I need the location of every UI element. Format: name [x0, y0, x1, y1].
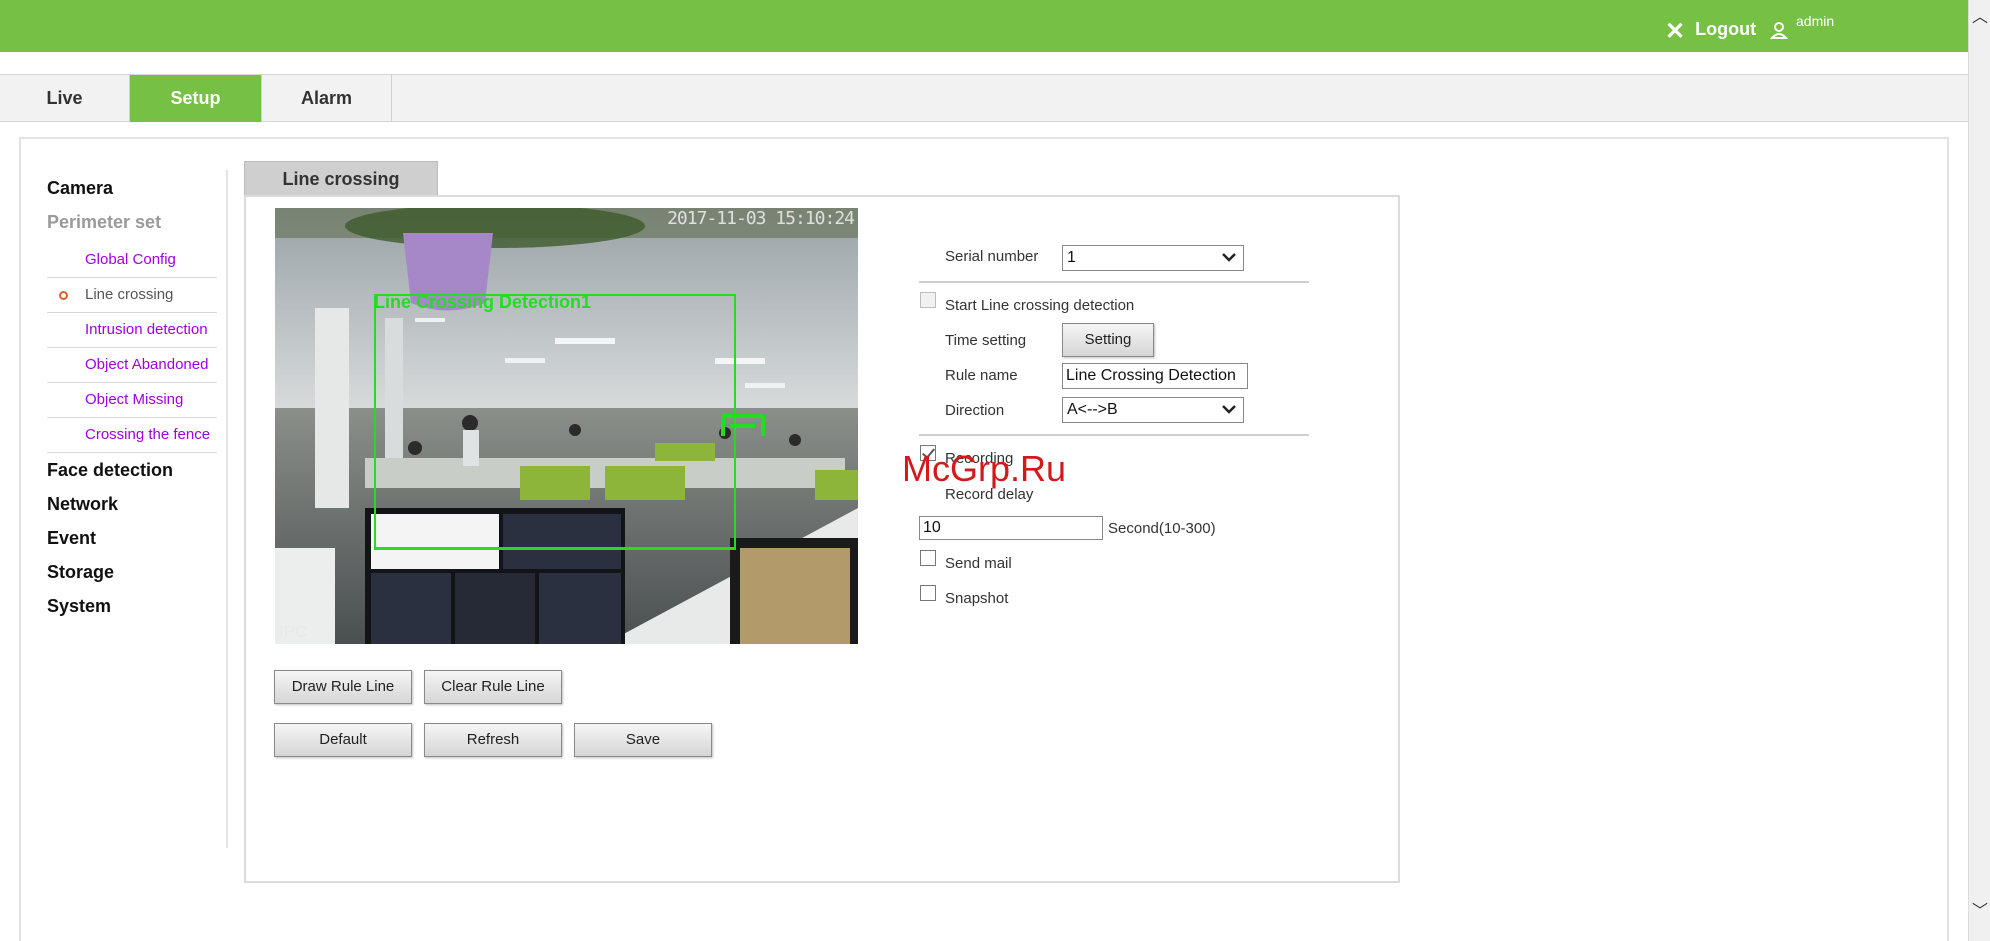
chevron-up-icon[interactable]: ︿	[1972, 10, 1988, 26]
video-preview[interactable]: 2017-11-03 15:10:24 Line Crossing Detect…	[275, 208, 858, 644]
main-nav: Live Setup Alarm	[0, 74, 1968, 122]
user-icon	[1770, 22, 1788, 39]
active-bullet-icon	[59, 291, 68, 300]
save-button[interactable]: Save	[574, 723, 712, 757]
page: ✕ Logout admin ︿ ﹀ Live Setup Alarm Came…	[0, 0, 1990, 941]
channel-label: IPC	[279, 622, 308, 641]
record-delay-unit: Second(10-300)	[1108, 520, 1216, 537]
top-bar: ✕ Logout admin	[0, 0, 1968, 52]
sidebar-item-system[interactable]: System	[47, 593, 217, 627]
rule-name-input[interactable]: Line Crossing Detection	[1062, 363, 1248, 389]
sidebar-item-line-crossing[interactable]: Line crossing	[47, 278, 217, 313]
sidebar-item-crossing-the-fence[interactable]: Crossing the fence	[47, 418, 217, 453]
sidebar-item-storage[interactable]: Storage	[47, 559, 217, 593]
close-icon: ✕	[1665, 18, 1686, 45]
chevron-down-icon	[1222, 253, 1236, 262]
serial-number-value: 1	[1067, 249, 1076, 266]
time-setting-label: Time setting	[945, 332, 1027, 349]
draw-rule-line-button[interactable]: Draw Rule Line	[274, 670, 412, 704]
video-timestamp: 2017-11-03 15:10:24	[667, 208, 855, 229]
start-detection-checkbox[interactable]	[920, 292, 936, 308]
user-name: admin	[1796, 13, 1835, 29]
default-button[interactable]: Default	[274, 723, 412, 757]
send-mail-label: Send mail	[945, 555, 1012, 572]
tab-setup[interactable]: Setup	[130, 75, 262, 122]
sidebar-item-object-abandoned[interactable]: Object Abandoned	[47, 348, 217, 383]
tab-alarm[interactable]: Alarm	[262, 75, 392, 122]
direction-value: A<-->B	[1067, 401, 1118, 418]
rule-name-label: Rule name	[945, 367, 1018, 384]
page-scrollbar[interactable]: ︿ ﹀	[1968, 0, 1990, 941]
time-setting-button[interactable]: Setting	[1062, 323, 1154, 357]
sidebar-item-label: Crossing the fence	[85, 426, 211, 443]
detection-label: Line Crossing Detection1	[374, 292, 592, 312]
record-delay-input[interactable]: 10	[919, 516, 1103, 540]
sidebar-item-object-missing[interactable]: Object Missing	[47, 383, 217, 418]
send-mail-checkbox[interactable]	[920, 550, 936, 566]
direction-label: Direction	[945, 402, 1005, 419]
snapshot-checkbox[interactable]	[920, 585, 936, 601]
sidebar-item-event[interactable]: Event	[47, 525, 217, 559]
start-detection-label: Start Line crossing detection	[945, 297, 1135, 314]
sidebar-item-label: Intrusion detection	[85, 321, 208, 338]
sidebar-item-network[interactable]: Network	[47, 491, 217, 525]
sidebar-item-label: Global Config	[85, 251, 176, 268]
tab-live[interactable]: Live	[0, 75, 130, 122]
sidebar-divider	[226, 170, 228, 848]
sidebar-item-label: Object Missing	[85, 391, 184, 408]
sidebar-item-intrusion-detection[interactable]: Intrusion detection	[47, 313, 217, 348]
clear-rule-line-button[interactable]: Clear Rule Line	[424, 670, 562, 704]
perimeter-submenu: Global Config Line crossing Intrusion de…	[47, 243, 217, 453]
sidebar-item-camera[interactable]: Camera	[47, 175, 217, 209]
logout-button[interactable]: ✕ Logout	[1665, 14, 1756, 44]
form-divider	[919, 434, 1309, 436]
logout-label: Logout	[1695, 18, 1757, 39]
snapshot-label: Snapshot	[945, 590, 1009, 607]
direction-select[interactable]: A<-->B	[1062, 397, 1244, 423]
sidebar-item-face-detection[interactable]: Face detection	[47, 457, 217, 491]
serial-number-select[interactable]: 1	[1062, 245, 1244, 271]
sidebar-item-label: Line crossing	[85, 286, 174, 303]
sidebar-item-label: Object Abandoned	[85, 356, 209, 373]
sidebar-item-perimeter-set[interactable]: Perimeter set	[47, 209, 217, 243]
watermark: McGrp.Ru	[902, 448, 1067, 489]
user-menu[interactable]: admin	[1770, 13, 1834, 39]
tab-line-crossing[interactable]: Line crossing	[244, 161, 438, 195]
serial-number-label: Serial number	[945, 248, 1039, 265]
sidebar-item-global-config[interactable]: Global Config	[47, 243, 217, 278]
chevron-down-icon[interactable]: ﹀	[1972, 904, 1988, 920]
form-divider	[919, 281, 1309, 283]
chevron-down-icon	[1222, 405, 1236, 414]
refresh-button[interactable]: Refresh	[424, 723, 562, 757]
rule-region-box[interactable]	[374, 294, 736, 550]
sidebar: Camera Perimeter set Global Config Line …	[47, 175, 217, 627]
